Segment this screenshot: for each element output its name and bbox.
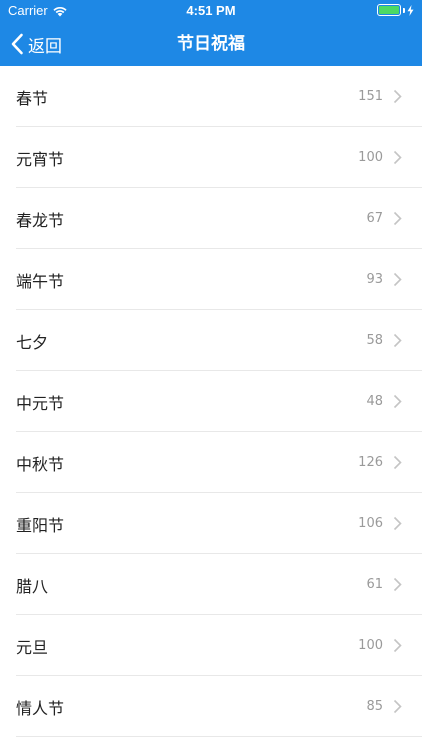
- list-item[interactable]: 元旦 100: [0, 615, 422, 676]
- list-item[interactable]: 端午节 93: [0, 249, 422, 310]
- item-count: 85: [366, 699, 383, 714]
- battery-indicator: [377, 4, 414, 16]
- page-title: 节日祝福: [177, 34, 245, 54]
- header: Carrier 4:51 PM 返回 节日祝福: [0, 0, 422, 66]
- item-label: 中秋节: [16, 454, 65, 474]
- item-label: 端午节: [16, 271, 65, 291]
- chevron-right-icon: [393, 516, 402, 531]
- item-count: 48: [366, 394, 383, 409]
- list-item[interactable]: 七夕 58: [0, 310, 422, 371]
- chevron-right-icon: [393, 272, 402, 287]
- list-item[interactable]: 春节 151: [0, 66, 422, 127]
- item-count: 67: [366, 211, 383, 226]
- item-count: 58: [366, 333, 383, 348]
- navigation-bar: 返回 节日祝福: [0, 22, 422, 66]
- list-item[interactable]: 情人节 85: [0, 676, 422, 737]
- chevron-right-icon: [393, 699, 402, 714]
- item-label: 元宵节: [16, 149, 65, 169]
- chevron-right-icon: [393, 638, 402, 653]
- item-label: 七夕: [16, 332, 49, 352]
- item-label: 中元节: [16, 393, 65, 413]
- chevron-right-icon: [393, 577, 402, 592]
- list-item[interactable]: 腊八 61: [0, 554, 422, 615]
- battery-icon: [377, 4, 401, 16]
- item-count: 100: [358, 150, 383, 165]
- item-label: 情人节: [16, 698, 65, 718]
- chevron-right-icon: [393, 333, 402, 348]
- chevron-right-icon: [393, 89, 402, 104]
- item-label: 春龙节: [16, 210, 65, 230]
- item-count: 106: [358, 516, 383, 531]
- status-bar: Carrier 4:51 PM: [0, 0, 422, 22]
- list-item[interactable]: 中元节 48: [0, 371, 422, 432]
- charging-bolt-icon: [407, 4, 414, 16]
- item-label: 元旦: [16, 637, 49, 657]
- chevron-right-icon: [393, 150, 402, 165]
- item-label: 春节: [16, 88, 49, 108]
- item-label: 腊八: [16, 576, 49, 596]
- item-count: 100: [358, 638, 383, 653]
- battery-tip: [403, 7, 405, 13]
- item-count: 93: [366, 272, 383, 287]
- item-count: 151: [358, 89, 383, 104]
- battery-level: [379, 6, 399, 14]
- list-item[interactable]: 春龙节 67: [0, 188, 422, 249]
- list-item[interactable]: 元宵节 100: [0, 127, 422, 188]
- list-item[interactable]: 重阳节 106: [0, 493, 422, 554]
- status-time: 4:51 PM: [186, 3, 236, 18]
- festival-list: 春节 151 元宵节 100 春龙节 67 端午节 93 七夕 58 中元节 4…: [0, 66, 422, 737]
- item-label: 重阳节: [16, 515, 65, 535]
- chevron-right-icon: [393, 455, 402, 470]
- chevron-right-icon: [393, 211, 402, 226]
- list-item[interactable]: 中秋节 126: [0, 432, 422, 493]
- item-count: 61: [366, 577, 383, 592]
- chevron-right-icon: [393, 394, 402, 409]
- item-count: 126: [358, 455, 383, 470]
